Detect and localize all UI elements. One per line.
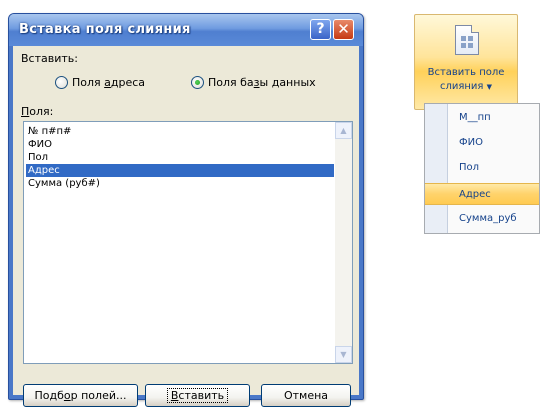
dialog-body: Вставить: Поля адреса Поля базы данных П… — [13, 46, 359, 407]
list-item[interactable]: ФИО — [26, 138, 334, 151]
title-bar[interactable]: Вставка поля слияния ? ✕ — [9, 14, 363, 46]
menu-item[interactable]: Сумма_руб — [425, 208, 539, 230]
dropdown-arrow-icon: ▼ — [486, 83, 493, 91]
match-fields-button[interactable]: Подбор полей... — [23, 384, 138, 407]
ribbon-button-label-line1: Вставить поле — [427, 67, 505, 78]
fields-listbox[interactable]: № п#п# ФИО Пол Адрес Сумма (руб#) ▲ ▼ — [23, 121, 353, 364]
scroll-down-icon[interactable]: ▼ — [335, 346, 352, 363]
menu-item[interactable]: Пол — [425, 157, 539, 179]
insert-button[interactable]: Вставить — [145, 384, 250, 407]
menu-item[interactable]: М__пп — [425, 107, 539, 129]
list-item[interactable]: № п#п# — [26, 125, 334, 138]
vertical-scrollbar[interactable]: ▲ ▼ — [335, 122, 352, 363]
help-icon: ? — [316, 21, 325, 37]
list-item[interactable]: Сумма (руб#) — [26, 177, 334, 190]
radio-label-address: Поля адреса — [72, 76, 146, 89]
list-item-selected[interactable]: Адрес — [26, 164, 334, 177]
menu-item-highlighted[interactable]: Адрес — [425, 183, 539, 205]
insert-label: Вставить: — [21, 52, 78, 65]
close-button[interactable]: ✕ — [333, 19, 354, 40]
menu-item[interactable]: ФИО — [425, 132, 539, 154]
radio-button[interactable] — [55, 76, 68, 89]
radio-button-checked[interactable] — [191, 76, 204, 89]
fields-label: Поля: — [21, 105, 54, 118]
radio-label-database: Поля базы данных — [208, 76, 316, 89]
ribbon-button-label-line2: слияния ▼ — [439, 81, 493, 92]
merge-field-dialog: Вставка поля слияния ? ✕ Вставить: Поля … — [8, 13, 364, 407]
close-icon: ✕ — [337, 20, 350, 38]
dialog-title: Вставка поля слияния — [19, 22, 191, 37]
document-icon — [455, 25, 479, 55]
insert-merge-field-ribbon-button[interactable]: Вставить поле слияния ▼ — [414, 14, 518, 110]
merge-field-dropdown-menu: М__пп ФИО Пол Адрес Сумма_руб — [424, 103, 540, 234]
list-item[interactable]: Пол — [26, 151, 334, 164]
scroll-up-icon[interactable]: ▲ — [335, 122, 352, 139]
cancel-button[interactable]: Отмена — [261, 384, 351, 407]
help-button[interactable]: ? — [310, 19, 331, 40]
